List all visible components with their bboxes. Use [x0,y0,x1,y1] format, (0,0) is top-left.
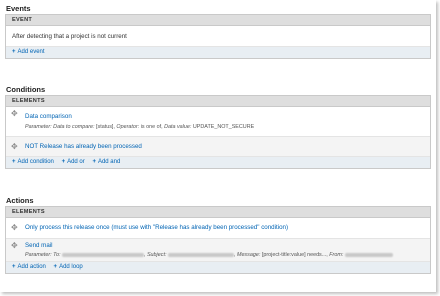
add-event-label: Add event [17,49,45,55]
events-section: Events EVENT After detecting that a proj… [5,4,431,59]
param-key: Data to compare: [53,124,95,130]
rules-config-page: Events EVENT After detecting that a proj… [0,0,436,292]
actions-footer: + Add action + Add loop [6,262,430,273]
action-params: Parameter: To: , Subject: , Message: [pr… [25,252,393,258]
action-link-only-process-once[interactable]: Only process this release once (must use… [25,224,288,231]
action-row: ✥ Only process this release once (must u… [6,218,430,239]
param-label: Parameter: [25,252,52,258]
add-action-button[interactable]: + Add action [12,264,46,270]
add-and-label: Add and [97,159,121,165]
conditions-table: ELEMENTS ✥ Data comparison Parameter: Da… [5,95,431,169]
plus-icon: + [53,264,58,270]
drag-handle-icon[interactable]: ✥ [11,110,18,118]
add-action-label: Add action [17,264,46,270]
actions-section: Actions ELEMENTS ✥ Only process this rel… [5,196,431,274]
redacted-value [61,252,144,257]
param-key: , Message: [233,252,261,258]
plus-icon: + [12,49,16,55]
events-table-header: EVENT [6,15,430,26]
events-title: Events [6,4,31,13]
add-condition-label: Add condition [17,159,54,165]
add-condition-button[interactable]: + Add condition [12,159,54,165]
param-value: [status], [96,124,115,130]
add-loop-button[interactable]: + Add loop [54,264,83,270]
param-key: From: [329,252,344,258]
conditions-title: Conditions [6,85,46,94]
add-or-button[interactable]: + Add or [62,159,85,165]
condition-row: ✥ NOT Release has already been processed [6,137,430,157]
redacted-value [167,252,234,257]
event-label: After detecting that a project is not cu… [12,33,127,40]
add-and-button[interactable]: + Add and [92,159,120,165]
param-key: To: [53,252,61,258]
condition-row: ✥ Data comparison Parameter: Data to com… [6,107,430,137]
drag-handle-icon[interactable]: ✥ [11,143,18,151]
param-value: UPDATE_NOT_SECURE [192,124,255,130]
plus-icon: + [61,159,66,165]
conditions-table-header: ELEMENTS [6,96,430,107]
actions-title: Actions [6,196,34,205]
param-value: [project-title:value] needs..., [261,252,328,258]
condition-link-data-comparison[interactable]: Data comparison [25,113,72,120]
plus-icon: + [12,159,16,165]
add-event-button[interactable]: + Add event [12,49,45,55]
add-or-label: Add or [67,159,85,165]
param-key: , Subject: [143,252,167,258]
action-row: ✥ Send mail Parameter: To: , Subject: , … [6,239,430,262]
drag-handle-icon[interactable]: ✥ [11,224,18,232]
drag-handle-icon[interactable]: ✥ [11,242,18,250]
param-key: Data value: [164,124,192,130]
condition-params: Parameter: Data to compare: [status], Op… [25,124,254,130]
param-key: Operator: [116,124,140,130]
action-link-send-mail[interactable]: Send mail [25,242,53,249]
param-label: Parameter: [25,124,52,130]
plus-icon: + [92,159,96,165]
conditions-footer: + Add condition + Add or + Add and [6,157,430,168]
events-footer: + Add event [6,47,430,58]
add-loop-label: Add loop [59,264,83,270]
condition-link-not-release-processed[interactable]: NOT Release has already been processed [25,143,142,150]
event-row: After detecting that a project is not cu… [6,26,430,47]
events-table: EVENT After detecting that a project is … [5,14,431,59]
actions-table-header: ELEMENTS [6,207,430,218]
actions-table: ELEMENTS ✥ Only process this release onc… [5,206,431,274]
param-value: is one of, [140,124,163,130]
conditions-section: Conditions ELEMENTS ✥ Data comparison Pa… [5,85,431,169]
redacted-value [344,252,393,257]
plus-icon: + [12,264,16,270]
